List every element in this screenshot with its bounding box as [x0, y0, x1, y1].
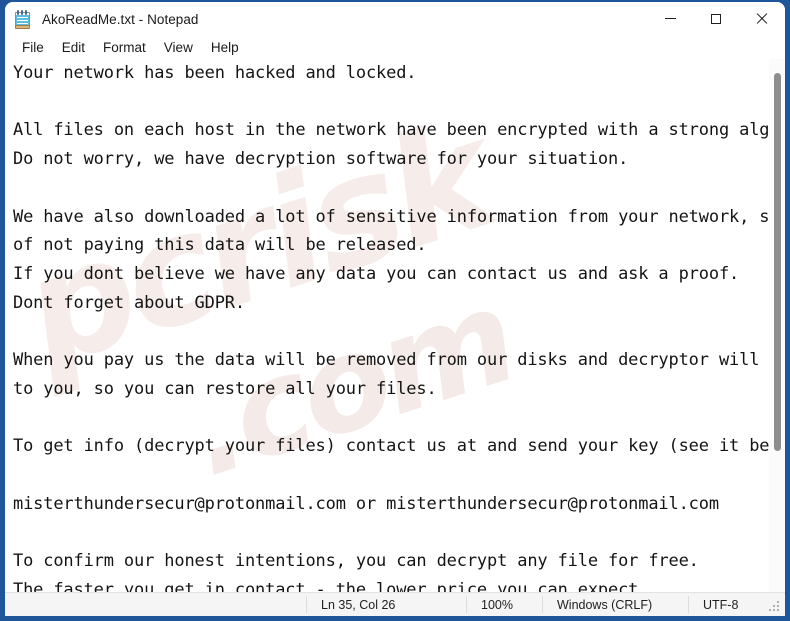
minimize-icon [664, 18, 676, 19]
window-title: AkoReadMe.txt - Notepad [42, 11, 199, 27]
menu-item-edit[interactable]: Edit [53, 38, 94, 57]
caption-buttons [647, 2, 785, 35]
menu-bar: File Edit Format View Help [5, 36, 785, 59]
close-button[interactable] [739, 2, 785, 35]
text-editor-area[interactable]: pcrisk .com Your network has been hacked… [5, 59, 785, 592]
status-line-column[interactable]: Ln 35, Col 26 [307, 593, 467, 616]
menu-item-view[interactable]: View [155, 38, 202, 57]
menu-item-format[interactable]: Format [94, 38, 155, 57]
vertical-scrollbar-thumb[interactable] [774, 73, 781, 451]
notepad-window: AkoReadMe.txt - Notepad File Edit Format… [0, 0, 790, 621]
window-client-area: AkoReadMe.txt - Notepad File Edit Format… [5, 2, 785, 616]
maximize-button[interactable] [693, 2, 739, 35]
menu-item-file[interactable]: File [13, 38, 53, 57]
menu-item-help[interactable]: Help [202, 38, 248, 57]
title-bar[interactable]: AkoReadMe.txt - Notepad [5, 2, 785, 36]
close-icon [756, 13, 768, 25]
ransom-note-text[interactable]: Your network has been hacked and locked.… [5, 59, 785, 592]
status-line-ending[interactable]: Windows (CRLF) [543, 593, 689, 616]
minimize-button[interactable] [647, 2, 693, 35]
maximize-icon [711, 13, 721, 24]
status-zoom[interactable]: 100% [467, 593, 543, 616]
vertical-scrollbar[interactable] [769, 59, 785, 592]
status-bar: Ln 35, Col 26 100% Windows (CRLF) UTF-8 [5, 592, 785, 616]
notepad-icon [14, 9, 32, 29]
title-bar-left: AkoReadMe.txt - Notepad [5, 2, 198, 36]
resize-grip[interactable] [769, 601, 781, 613]
